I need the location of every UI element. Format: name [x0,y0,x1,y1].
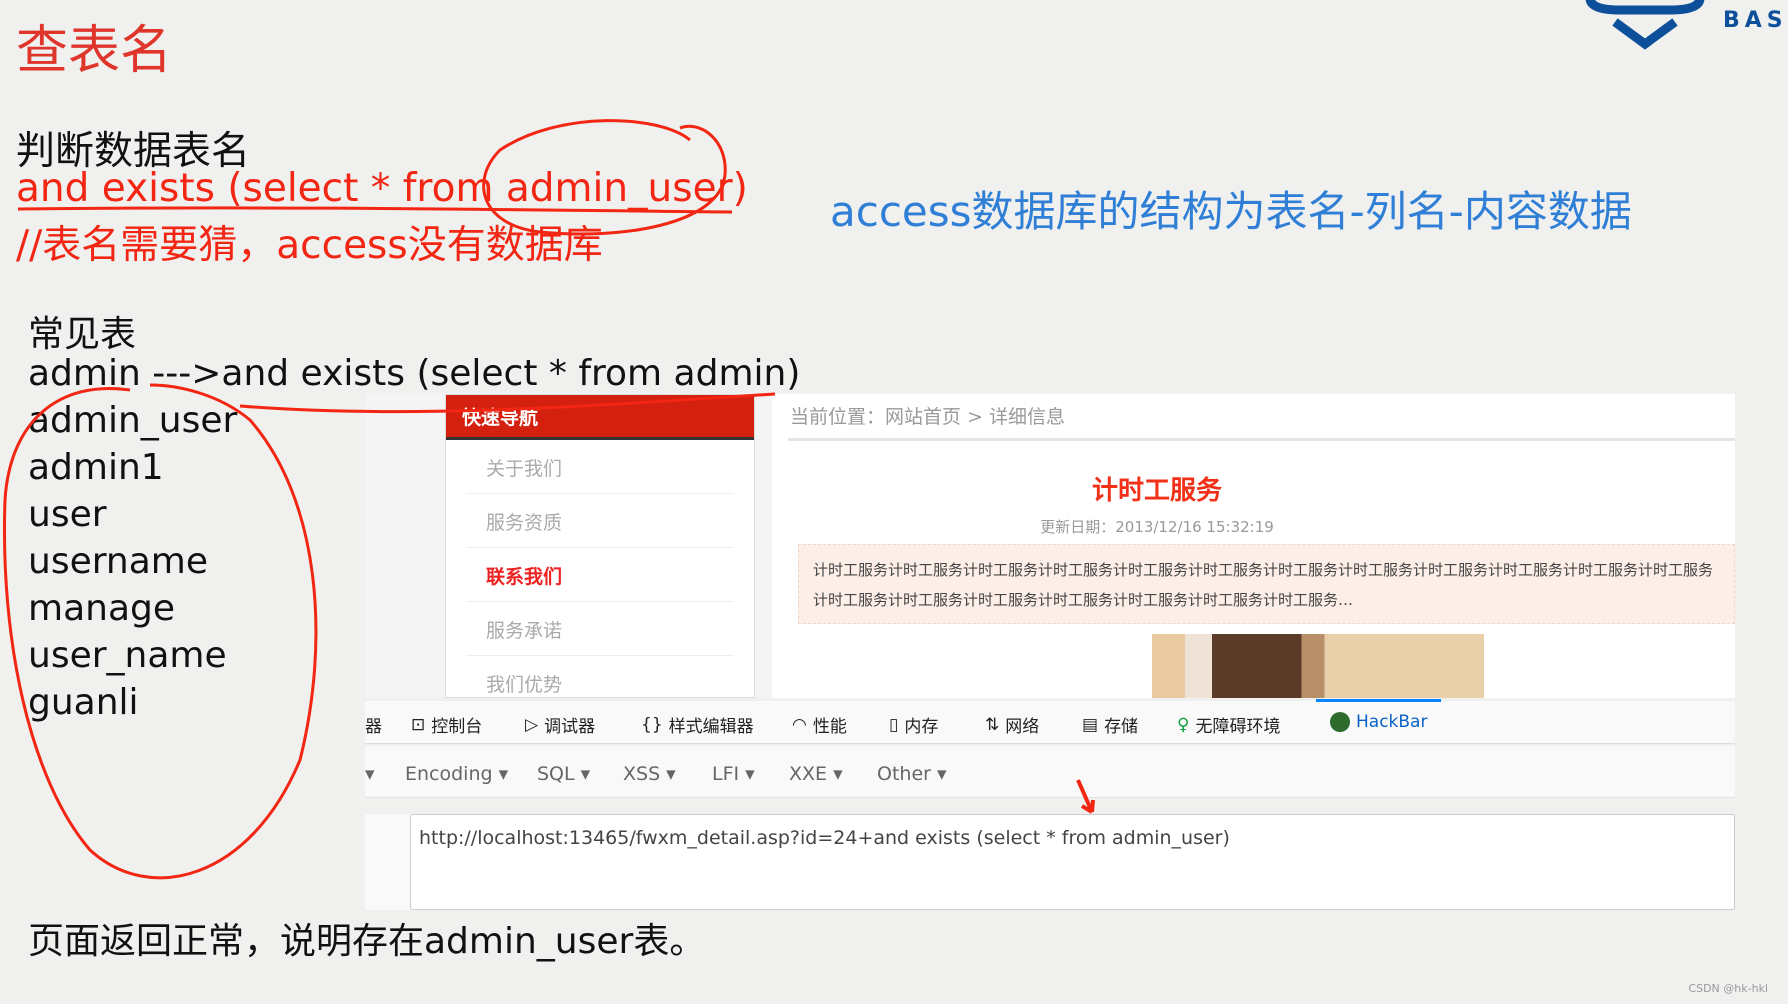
url-label-area [365,814,410,910]
menu-sql[interactable]: SQL ▾ [537,763,590,785]
tab-label: 调试器 [544,717,596,737]
tab-debugger[interactable]: ▷ 调试器 [525,712,596,738]
tab-hackbar[interactable]: HackBar [1315,699,1443,732]
tab-label: HackBar [1356,712,1428,732]
common-table-item: guanli [28,682,139,723]
nav-item[interactable]: 服务资质 [466,494,734,548]
article-panel: 当前位置：网站首页 > 详细信息 计时工服务 更新日期：2013/12/16 1… [772,394,1735,698]
comment-line: //表名需要猜，access没有数据库 [16,223,603,268]
common-table-item: admin1 [28,447,164,488]
article-summary: 计时工服务计时工服务计时工服务计时工服务计时工服务计时工服务计时工服务计时工服务… [798,544,1735,624]
storage-icon: ▤ [1082,714,1099,735]
common-table-item: manage [28,588,176,629]
divider [788,438,1735,441]
common-table-item: admin --->and exists (select * from admi… [28,353,801,394]
tab-storage[interactable]: ▤ 存储 [1082,712,1139,738]
memory-icon: ▯ [889,714,899,735]
accessibility-icon: ♀ [1177,714,1190,735]
hackbar-menu: ▾ Encoding ▾ SQL ▾ XSS ▾ LFI ▾ XXE ▾ Oth… [365,746,1735,798]
tab-memory[interactable]: ▯ 内存 [889,712,939,738]
breadcrumb: 当前位置：网站首页 > 详细信息 [790,406,1065,428]
tab-label: 器 [365,717,382,737]
tab-label: 无障碍环境 [1195,717,1281,737]
tab-performance[interactable]: ◠ 性能 [792,712,847,738]
menu-other[interactable]: Other ▾ [877,763,947,785]
watermark: CSDN @hk-hkl [1688,982,1768,995]
common-tables-heading: 常见表 [28,314,137,355]
menu-encoding[interactable]: Encoding ▾ [405,763,508,785]
tab-label: 控制台 [431,717,483,737]
tab-network[interactable]: ⇅ 网络 [985,712,1040,738]
tab-label: 样式编辑器 [668,717,754,737]
common-table-item: admin_user [28,400,238,441]
quick-nav-title: 快速导航 [446,395,754,440]
menu-lfi[interactable]: LFI ▾ [712,763,755,785]
hackbar-icon [1330,712,1350,732]
slide-title: 查表名 [16,21,173,81]
payload-line: and exists (select * from admin_user) [16,166,748,211]
console-icon: ⊡ [411,714,426,735]
access-structure-note: access数据库的结构为表名-列名-内容数据 [830,187,1632,236]
nav-item-active[interactable]: 联系我们 [466,548,734,602]
common-table-item: user [28,494,107,535]
tab-accessibility[interactable]: ♀ 无障碍环境 [1177,712,1281,738]
tab-console[interactable]: ⊡ 控制台 [411,712,483,738]
debugger-icon: ▷ [525,714,539,735]
tab-label: 存储 [1104,717,1139,737]
update-date: 更新日期：2013/12/16 15:32:19 [1040,518,1274,536]
nav-item[interactable]: 关于我们 [466,440,734,494]
devtools-toolbar: 器 ⊡ 控制台 ▷ 调试器 {} 样式编辑器 ◠ 性能 ▯ 内存 ⇅ 网络 ▤ 存储 ♀ 无障碍… [365,699,1735,744]
tab-inspector[interactable]: 器 [365,712,382,737]
braces-icon: {} [641,714,663,735]
article-photo [1152,634,1484,698]
tab-label: 网络 [1005,717,1040,737]
logo-icon: BASE [1585,0,1788,50]
logo-text: BASE [1723,8,1788,33]
url-input[interactable]: http://localhost:13465/fwxm_detail.asp?i… [410,814,1735,910]
quick-nav: 快速导航 关于我们 服务资质 联系我们 服务承诺 我们优势 [445,394,755,698]
arrows-icon: ⇅ [985,714,1000,735]
tab-style-editor[interactable]: {} 样式编辑器 [641,712,754,738]
logo: BASE [1580,0,1788,50]
menu-xxe[interactable]: XXE ▾ [789,763,843,785]
conclusion: 页面返回正常，说明存在admin_user表。 [28,921,706,962]
tab-label: 性能 [812,717,847,737]
common-table-item: username [28,541,208,582]
article-title: 计时工服务 [1091,476,1222,506]
gauge-icon: ◠ [792,714,807,735]
nav-item[interactable]: 服务承诺 [466,602,734,656]
common-table-item: user_name [28,635,227,676]
menu-xss[interactable]: XSS ▾ [623,763,676,785]
tab-label: 内存 [904,717,939,737]
